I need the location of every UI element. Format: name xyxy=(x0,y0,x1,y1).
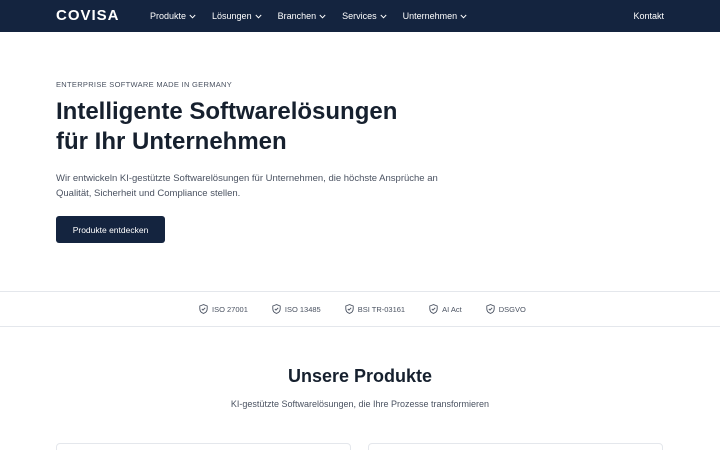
menu-item-label: Services xyxy=(342,11,377,21)
cert-iso-13485: ISO 13485 xyxy=(272,304,321,314)
chevron-down-icon xyxy=(319,14,326,19)
product-card[interactable] xyxy=(56,443,351,450)
shield-check-icon xyxy=(345,304,354,314)
shield-check-icon xyxy=(486,304,495,314)
logo[interactable]: COVISA xyxy=(56,8,120,24)
menu-item-branchen[interactable]: Branchen xyxy=(278,11,327,21)
chevron-down-icon xyxy=(460,14,467,19)
cert-iso-27001: ISO 27001 xyxy=(199,304,248,314)
chevron-down-icon xyxy=(255,14,262,19)
hero-title: Intelligente Softwarelösungen für Ihr Un… xyxy=(56,97,476,157)
menu-item-label: Unternehmen xyxy=(402,11,458,21)
cert-ai-act: AI Act xyxy=(429,304,462,314)
menu-item-loesungen[interactable]: Lösungen xyxy=(212,11,262,21)
menu-item-label: Lösungen xyxy=(212,11,252,21)
cert-label: DSGVO xyxy=(498,304,526,314)
chevron-down-icon xyxy=(380,14,387,19)
cert-dsgvo: DSGVO xyxy=(486,304,526,314)
contact-link[interactable]: Kontakt xyxy=(633,0,664,32)
shield-check-icon xyxy=(272,304,281,314)
cert-label: ISO 27001 xyxy=(212,304,248,314)
menu-item-label: Branchen xyxy=(277,11,317,21)
certification-list: ISO 27001 ISO 13485 BSI TR-03161 AI Act … xyxy=(199,292,550,326)
cert-bsi-tr-03161: BSI TR-03161 xyxy=(345,304,405,314)
hero-title-line-1: Intelligente Softwarelösungen xyxy=(56,98,398,125)
shield-check-icon xyxy=(429,304,438,314)
menu-item-produkte[interactable]: Produkte xyxy=(150,11,196,21)
menu-item-services[interactable]: Services xyxy=(342,11,387,21)
chevron-down-icon xyxy=(189,14,196,19)
hero-eyebrow: ENTERPRISE SOFTWARE MADE IN GERMANY xyxy=(56,80,233,89)
menu-item-label: Produkte xyxy=(150,11,187,21)
product-card[interactable] xyxy=(368,443,663,450)
shield-check-icon xyxy=(199,304,208,314)
menu-item-unternehmen[interactable]: Unternehmen xyxy=(403,11,468,21)
hero-title-line-2: für Ihr Unternehmen xyxy=(56,128,287,155)
cert-label: AI Act xyxy=(442,304,462,314)
products-subtitle: KI-gestützte Softwarelösungen, die Ihre … xyxy=(230,399,490,409)
hero-description: Wir entwickeln KI-gestützte Softwarelösu… xyxy=(56,173,438,199)
products-title: Unsere Produkte xyxy=(287,366,433,386)
discover-products-button[interactable]: Produkte entdecken xyxy=(56,216,165,243)
main-menu: Produkte Lösungen Branchen Services Unte… xyxy=(150,0,483,32)
cert-label: BSI TR-03161 xyxy=(357,304,406,314)
certification-bar: ISO 27001 ISO 13485 BSI TR-03161 AI Act … xyxy=(0,291,720,327)
cert-label: ISO 13485 xyxy=(284,304,321,314)
top-navigation: COVISA Produkte Lösungen Branchen Servic… xyxy=(0,0,720,32)
